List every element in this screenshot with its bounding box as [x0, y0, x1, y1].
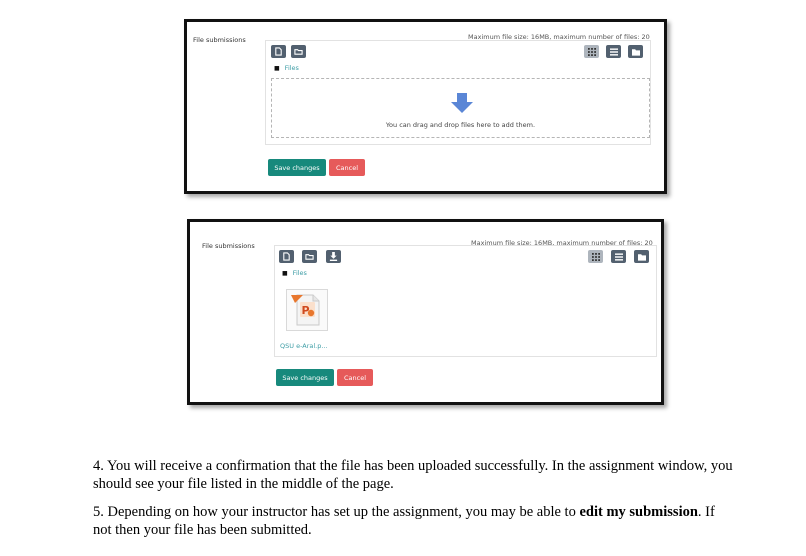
step-5-text: 5. Depending on how your instructor has …	[93, 503, 733, 539]
download-all-button[interactable]	[326, 250, 341, 263]
step-5-intro: 5. Depending on how your instructor has …	[93, 504, 580, 520]
create-folder-button[interactable]	[291, 45, 306, 58]
path-files-link[interactable]: Files	[285, 64, 299, 72]
add-file-icon	[283, 252, 290, 261]
grid-view-icon	[587, 47, 596, 56]
save-changes-button[interactable]: Save changes	[268, 159, 326, 176]
grid-view-button[interactable]	[584, 45, 599, 58]
tree-view-button[interactable]	[628, 45, 643, 58]
grid-view-icon	[591, 252, 600, 261]
drop-arrow-icon	[451, 93, 473, 113]
list-view-icon	[609, 47, 618, 56]
section-label: File submissions	[193, 36, 246, 44]
cancel-button[interactable]: Cancel	[337, 369, 373, 386]
list-view-button[interactable]	[611, 250, 626, 263]
list-view-icon	[614, 252, 623, 261]
tree-view-icon	[631, 48, 640, 56]
create-folder-icon	[294, 49, 303, 55]
save-changes-button[interactable]: Save changes	[276, 369, 334, 386]
download-icon	[329, 252, 338, 261]
screenshot-before-upload: File submissions Maximum file size: 16MB…	[184, 19, 667, 194]
powerpoint-file-icon: P	[291, 294, 320, 326]
step-4-text: 4. You will receive a confirmation that …	[93, 458, 733, 492]
file-thumbnail[interactable]: P	[286, 289, 328, 331]
tree-view-icon	[637, 253, 646, 261]
tree-view-button[interactable]	[634, 250, 649, 263]
folder-icon: ■	[274, 64, 280, 72]
section-label: File submissions	[202, 242, 255, 250]
svg-text:P: P	[302, 304, 310, 317]
folder-icon: ■	[282, 269, 288, 277]
screenshot-after-upload: File submissions Maximum file size: 16MB…	[187, 219, 664, 405]
add-file-button[interactable]	[271, 45, 286, 58]
cancel-button[interactable]: Cancel	[329, 159, 365, 176]
file-name[interactable]: QSU e-Aral.p...	[280, 342, 328, 350]
create-folder-button[interactable]	[302, 250, 317, 263]
add-file-button[interactable]	[279, 250, 294, 263]
add-file-icon	[275, 47, 282, 56]
create-folder-icon	[305, 254, 314, 260]
breadcrumb: ■ Files	[282, 269, 307, 277]
drop-zone[interactable]: You can drag and drop files here to add …	[271, 78, 650, 138]
edit-my-submission-emphasis: edit my submission	[579, 504, 698, 520]
breadcrumb: ■ Files	[274, 64, 299, 72]
grid-view-button[interactable]	[588, 250, 603, 263]
path-files-link[interactable]: Files	[293, 269, 307, 277]
list-view-button[interactable]	[606, 45, 621, 58]
drop-message: You can drag and drop files here to add …	[385, 121, 536, 129]
